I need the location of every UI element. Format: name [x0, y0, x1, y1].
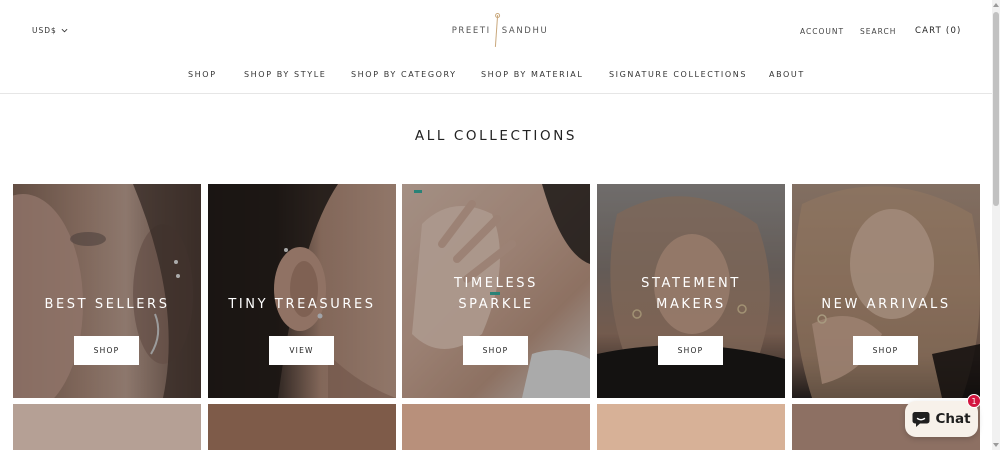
collection-tile-partial[interactable]: [402, 404, 590, 450]
cart-link[interactable]: CART (0): [915, 26, 962, 36]
tile-overlay: [13, 184, 201, 398]
account-link[interactable]: ACCOUNT: [800, 27, 844, 36]
scroll-down-arrow-icon[interactable]: [993, 443, 999, 447]
logo-mark: [494, 15, 498, 47]
shop-timeless-sparkle-button[interactable]: SHOP: [463, 336, 528, 365]
collection-tile-timeless-sparkle[interactable]: TIMELESS SPARKLE SHOP: [402, 184, 590, 398]
chat-label: Chat: [935, 411, 971, 427]
nav-item-shop-by-material[interactable]: SHOP BY MATERIAL: [481, 70, 583, 79]
collection-title-line: NEW ARRIVALS: [821, 297, 951, 312]
page-scrollbar[interactable]: [992, 0, 1000, 450]
nav-item-shop[interactable]: SHOP: [188, 70, 217, 79]
currency-selector[interactable]: USD$: [32, 26, 68, 35]
view-tiny-treasures-button[interactable]: VIEW: [269, 336, 334, 365]
chat-notification-badge: 1: [967, 394, 981, 408]
collection-title-line: BEST SELLERS: [44, 297, 170, 312]
header-divider: [0, 93, 992, 94]
collection-title-line: STATEMENT: [641, 276, 741, 291]
site-header: USD$ PREETI SANDHU ACCOUNT SEARCH CART (…: [0, 0, 992, 60]
nav-item-shop-by-category[interactable]: SHOP BY CATEGORY: [351, 70, 457, 79]
collection-tile-partial[interactable]: [13, 404, 201, 450]
collection-title-line: MAKERS: [656, 297, 726, 312]
collection-tile-partial[interactable]: [597, 404, 785, 450]
nav-item-signature-collections[interactable]: SIGNATURE COLLECTIONS: [609, 70, 747, 79]
scroll-up-arrow-icon[interactable]: [993, 3, 999, 7]
logo-text-first: PREETI: [451, 26, 491, 36]
main-navigation: SHOP SHOP BY STYLE SHOP BY CATEGORY SHOP…: [0, 70, 992, 82]
collection-title-line: SPARKLE: [458, 297, 534, 312]
search-link[interactable]: SEARCH: [860, 27, 896, 36]
collection-tile-new-arrivals[interactable]: NEW ARRIVALS SHOP: [792, 184, 980, 398]
logo-text-last: SANDHU: [501, 26, 549, 36]
chat-button[interactable]: Chat 1: [905, 394, 981, 437]
collection-tile-best-sellers[interactable]: BEST SELLERS SHOP: [13, 184, 201, 398]
collection-tile-partial[interactable]: [208, 404, 396, 450]
page-title: ALL COLLECTIONS: [414, 128, 578, 144]
shop-statement-makers-button[interactable]: SHOP: [658, 336, 723, 365]
nav-item-about[interactable]: ABOUT: [769, 70, 805, 79]
tile-overlay: [208, 184, 396, 398]
scrollbar-thumb[interactable]: [993, 12, 999, 206]
collection-tile-tiny-treasures[interactable]: TINY TREASURES VIEW: [208, 184, 396, 398]
chat-bubble-icon: [912, 411, 930, 427]
chevron-down-icon: [61, 28, 68, 33]
nav-item-shop-by-style[interactable]: SHOP BY STYLE: [244, 70, 326, 79]
tile-overlay: [792, 184, 980, 398]
shop-new-arrivals-button[interactable]: SHOP: [853, 336, 918, 365]
collection-tile-statement-makers[interactable]: STATEMENT MAKERS SHOP: [597, 184, 785, 398]
brand-logo[interactable]: PREETI SANDHU: [450, 14, 550, 48]
collection-title-line: TINY TREASURES: [228, 297, 376, 312]
shop-best-sellers-button[interactable]: SHOP: [74, 336, 139, 365]
currency-label: USD$: [32, 26, 57, 35]
collection-title-line: TIMELESS: [454, 276, 538, 291]
